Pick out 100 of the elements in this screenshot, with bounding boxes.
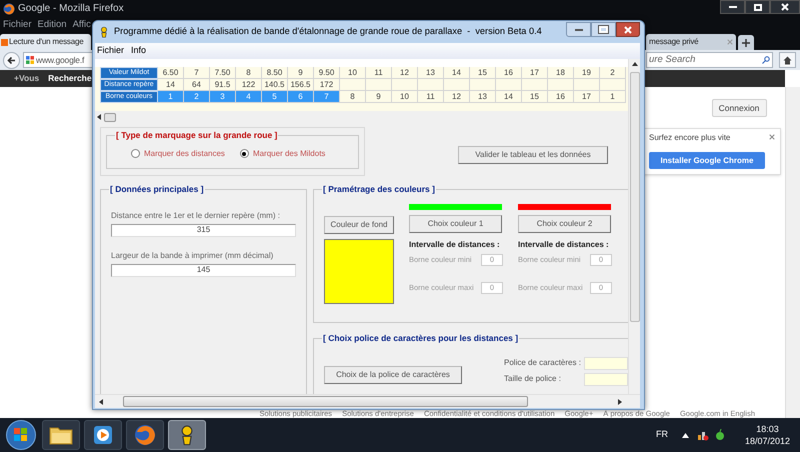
grid-cell[interactable] [470,79,496,91]
up-arrow-icon[interactable] [682,432,689,438]
grid-cell[interactable]: 15 [522,91,548,103]
minimize-button[interactable] [720,0,745,14]
vertical-scrollbar[interactable] [628,59,640,394]
clock-time[interactable]: 18:03 [756,423,779,435]
grid-cell[interactable]: 17 [522,67,548,79]
grid-cell[interactable]: 11 [418,91,444,103]
grid-cell[interactable] [548,79,574,91]
page-icon [1,38,8,46]
menu-item[interactable]: Affic [72,18,91,32]
grid-cell[interactable] [366,79,392,91]
menu-item[interactable]: Fichier [3,18,32,32]
input-field[interactable] [584,356,628,370]
left-arrow-icon[interactable] [99,398,103,404]
clock-date[interactable]: 18/07/2012 [744,435,790,447]
grid-cell[interactable]: 14 [444,67,470,79]
grid-cell[interactable]: 9 [366,91,392,103]
grid-cell[interactable] [600,79,626,91]
grid-cell[interactable]: 18 [548,67,574,79]
search-field[interactable]: ure Search [646,52,773,68]
home-button[interactable] [779,52,796,68]
nav-link[interactable]: +Vous [14,72,40,85]
scroll-thumb[interactable] [630,72,640,322]
grid-cell[interactable]: 6.50 [158,67,184,79]
grid-cell[interactable]: 9 [288,67,314,79]
restore-button[interactable] [745,0,770,14]
network-icon[interactable] [696,429,709,441]
right-arrow-icon[interactable] [618,398,622,404]
taskbar-button[interactable] [42,420,80,450]
grid-cell[interactable]: 13 [470,91,496,103]
start-button[interactable] [6,420,36,450]
grid-cell[interactable]: 7 [184,67,210,79]
menu-item[interactable]: Fichier [97,44,124,58]
grid-cell[interactable]: 11 [366,67,392,79]
browser-tab[interactable]: message privé [646,34,736,50]
grid-cell[interactable] [418,79,444,91]
grid-cell[interactable] [522,79,548,91]
grid-cell[interactable]: 2 [600,67,626,79]
browser-tab[interactable]: Lecture d'un message [0,34,91,50]
grid-cell[interactable]: 16 [496,67,522,79]
sign-in-button[interactable]: Connexion [712,99,766,117]
input-field[interactable]: 315 [111,224,296,237]
push-button[interactable]: Valider le tableau et les données [458,146,608,164]
grid-cell[interactable]: 7.50 [210,67,236,79]
left-arrow-icon[interactable] [97,114,101,120]
input-field[interactable] [584,372,628,386]
menu-item[interactable]: Info [131,44,146,58]
grid-cell[interactable]: 10 [340,67,366,79]
grid-cell[interactable]: 19 [574,67,600,79]
grid-cell[interactable] [496,79,522,91]
grid-cell[interactable] [444,79,470,91]
radio-button[interactable] [240,149,249,158]
menu-item[interactable]: Edition [38,18,67,32]
close-button[interactable] [770,0,800,14]
grid-cell[interactable]: 8 [236,67,262,79]
radio-button[interactable] [131,149,140,158]
apple-icon[interactable] [714,429,725,441]
push-button[interactable]: Choix couleur 2 [518,214,611,233]
tab-title: message privé [649,36,698,48]
scroll-thumb[interactable] [123,396,528,407]
grid-cell[interactable] [340,79,366,91]
group-title: [ Type de marquage sur la grande roue ] [115,129,278,142]
grid-cell[interactable]: 14 [496,91,522,103]
new-tab-button[interactable] [738,35,754,50]
grid-cell[interactable]: 13 [418,67,444,79]
grid-cell[interactable]: 8.50 [262,67,288,79]
grid-cell[interactable] [392,79,418,91]
close-button[interactable] [616,22,640,37]
back-button[interactable] [3,52,20,68]
install-button[interactable]: Installer Google Chrome [649,152,765,169]
taskbar-button[interactable] [168,420,206,450]
grid-cell[interactable]: 17 [574,91,600,103]
search-input[interactable]: ure Search [649,52,749,68]
grid-cell[interactable]: 12 [392,67,418,79]
taskbar-button[interactable] [84,420,122,450]
maximize-button[interactable] [591,22,616,37]
close-icon[interactable] [769,134,775,140]
scrollbar[interactable] [785,87,800,418]
field-label: Largeur de la bande à imprimer (mm décimal) [111,250,274,262]
up-arrow-icon[interactable] [632,62,638,66]
grid-cell[interactable]: 10 [392,91,418,103]
input-field[interactable]: 145 [111,264,296,277]
push-button[interactable]: Choix de la police de caractères [324,366,462,384]
language-indicator[interactable]: FR [656,428,668,442]
push-button[interactable]: Choix couleur 1 [409,214,502,233]
grid-cell[interactable]: 15 [470,67,496,79]
grid-cell[interactable] [574,79,600,91]
push-button[interactable]: Couleur de fond [324,216,394,234]
address-field[interactable]: www.google.f [23,52,92,68]
grid-cell[interactable]: 9.50 [314,67,340,79]
grid-cell[interactable]: 1 [600,91,626,103]
scroll-thumb[interactable] [104,112,116,122]
grid-cell[interactable]: 16 [548,91,574,103]
nav-link[interactable]: Recherche [48,72,92,85]
grid-cell[interactable]: 8 [340,91,366,103]
field-label: Taille de police : [504,373,562,386]
windows-logo-icon [14,428,28,442]
horizontal-scrollbar[interactable] [95,394,640,408]
grid-cell[interactable]: 12 [444,91,470,103]
